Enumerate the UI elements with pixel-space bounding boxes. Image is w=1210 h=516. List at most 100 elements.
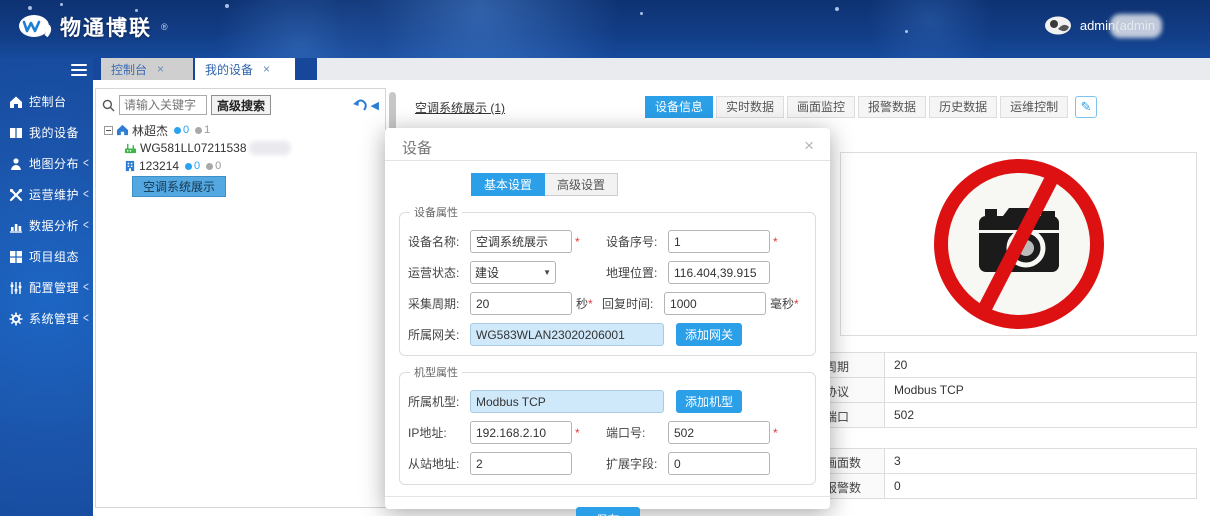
devices-icon: [9, 126, 23, 140]
redacted-username-blur: [1110, 14, 1162, 38]
chart-icon: [9, 219, 23, 233]
field-label: 从站地址:: [408, 455, 470, 472]
selected-option: 建设: [475, 264, 499, 281]
tree-node-gateway[interactable]: WG581LL07211538: [124, 139, 385, 157]
top-banner: 物通博联 ® admin(admin: [0, 0, 1210, 58]
sidebar-item-operations[interactable]: 运营维护 <: [0, 179, 93, 210]
sidebar-item-my-devices[interactable]: 我的设备: [0, 117, 93, 148]
gateway-field[interactable]: [470, 323, 664, 346]
device-properties-section: 设备属性 设备名称: * 设备序号: * 运营状态: 建设 ▼ 地理位置:: [399, 204, 816, 356]
device-name-field[interactable]: [470, 230, 572, 253]
tree-node-device-row: 空调系统展示: [124, 177, 385, 195]
location-field[interactable]: [668, 261, 770, 284]
grid-icon: [9, 250, 23, 264]
sliders-icon: [9, 281, 23, 295]
device-modal: 设备 × 基本设置 高级设置 设备属性 设备名称: * 设备序号: * 运营状态…: [385, 128, 830, 509]
tree-expander-icon[interactable]: [104, 126, 113, 135]
close-icon[interactable]: ×: [157, 62, 164, 76]
offline-dot: [195, 127, 202, 134]
chevron-left-icon: <: [83, 280, 89, 294]
close-icon[interactable]: ×: [804, 137, 814, 160]
tab-ops-control[interactable]: 运维控制: [1000, 96, 1068, 118]
slave-address-field[interactable]: [470, 452, 572, 475]
chevron-left-icon: <: [83, 311, 89, 325]
offline-dot: [206, 163, 213, 170]
field-label: 端口号:: [606, 424, 668, 441]
sidebar-item-project-config[interactable]: 项目组态: [0, 241, 93, 272]
table-row: 周期 20: [819, 353, 1196, 378]
offline-count: 0: [215, 160, 221, 172]
tab-realtime-data[interactable]: 实时数据: [716, 96, 784, 118]
modal-footer: 保存: [385, 496, 830, 516]
sidebar-item-label: 数据分析: [29, 217, 79, 234]
tab-my-devices[interactable]: 我的设备 ×: [195, 58, 295, 80]
device-title-link[interactable]: 空调系统展示 (1): [415, 99, 505, 116]
wutong-swirl-icon: [18, 14, 52, 40]
sidebar: 控制台 我的设备 地图分布 < 运营维护 <: [0, 58, 93, 516]
sidebar-item-config[interactable]: 配置管理 <: [0, 272, 93, 303]
ip-address-field[interactable]: [470, 421, 572, 444]
tree-node-label: WG581LL07211538: [140, 141, 247, 155]
save-button[interactable]: 保存: [576, 507, 640, 516]
tab-alarm-data[interactable]: 报警数据: [858, 96, 926, 118]
op-status-select[interactable]: 建设 ▼: [470, 261, 556, 284]
chevron-down-icon: ▼: [543, 268, 551, 277]
offline-count: 1: [204, 124, 210, 136]
tree-node-device-selected[interactable]: 空调系统展示: [132, 176, 226, 197]
tab-console[interactable]: 控制台 ×: [101, 58, 193, 80]
tab-screen-monitor[interactable]: 画面监控: [787, 96, 855, 118]
field-label: 采集周期:: [408, 295, 470, 312]
table-row: 画面数 3: [819, 449, 1196, 474]
tree-node-project[interactable]: 123214 0 0: [124, 157, 385, 175]
required-mark: *: [575, 426, 583, 440]
ext-field[interactable]: [668, 452, 770, 475]
tab-basic-settings[interactable]: 基本设置: [471, 173, 545, 196]
sidebar-item-map[interactable]: 地图分布 <: [0, 148, 93, 179]
tab-label: 我的设备: [205, 61, 253, 78]
required-mark: *: [588, 297, 596, 311]
tab-advanced-settings[interactable]: 高级设置: [545, 173, 618, 196]
tab-device-info[interactable]: 设备信息: [645, 96, 713, 118]
collect-cycle-field[interactable]: [470, 292, 572, 315]
add-model-button[interactable]: 添加机型: [676, 390, 742, 413]
tab-history-data[interactable]: 历史数据: [929, 96, 997, 118]
row-value: Modbus TCP: [885, 378, 1196, 402]
brand-name: 物通博联: [60, 12, 152, 42]
port-field[interactable]: [668, 421, 770, 444]
menu-toggle-icon[interactable]: [71, 64, 87, 76]
decor-dot: [60, 3, 63, 6]
device-no-field[interactable]: [668, 230, 770, 253]
reply-time-field[interactable]: [664, 292, 766, 315]
section-legend: 机型属性: [410, 364, 462, 380]
sidebar-item-analytics[interactable]: 数据分析 <: [0, 210, 93, 241]
model-field[interactable]: [470, 390, 664, 413]
model-properties-section: 机型属性 所属机型: 添加机型 IP地址: * 端口号: * 从站地址: 扩展字…: [399, 364, 816, 485]
advanced-search-button[interactable]: 高级搜索: [211, 95, 271, 115]
search-input[interactable]: [119, 95, 207, 115]
redacted-serial-blur: [249, 141, 291, 155]
undo-icon[interactable]: [352, 99, 368, 112]
online-dot: [185, 163, 192, 170]
device-stats-table: 画面数 3 报警数 0: [818, 448, 1197, 499]
field-label: 回复时间:: [602, 295, 664, 312]
row-value: 20: [885, 353, 1196, 377]
table-row: 协议 Modbus TCP: [819, 378, 1196, 403]
tree-node-root[interactable]: 林超杰 0 1: [104, 121, 385, 139]
device-tree-panel: 高级搜索 ◀ 林超杰 0 1: [95, 88, 386, 508]
close-icon[interactable]: ×: [263, 62, 270, 76]
gear-icon: [9, 312, 23, 326]
online-count: 0: [194, 160, 200, 172]
online-count: 0: [183, 124, 189, 136]
collapse-panel-icon[interactable]: ◀: [371, 99, 379, 112]
decor-dot: [28, 6, 32, 10]
add-gateway-button[interactable]: 添加网关: [676, 323, 742, 346]
required-mark: *: [773, 235, 781, 249]
sidebar-item-console[interactable]: 控制台: [0, 86, 93, 117]
edit-device-button[interactable]: ✎: [1075, 96, 1097, 118]
sidebar-item-label: 控制台: [29, 93, 67, 110]
sidebar-item-system[interactable]: 系统管理 <: [0, 303, 93, 334]
field-label: 运营状态:: [408, 264, 470, 281]
device-image-panel: [840, 152, 1197, 336]
online-dot: [174, 127, 181, 134]
field-label: 地理位置:: [606, 264, 668, 281]
